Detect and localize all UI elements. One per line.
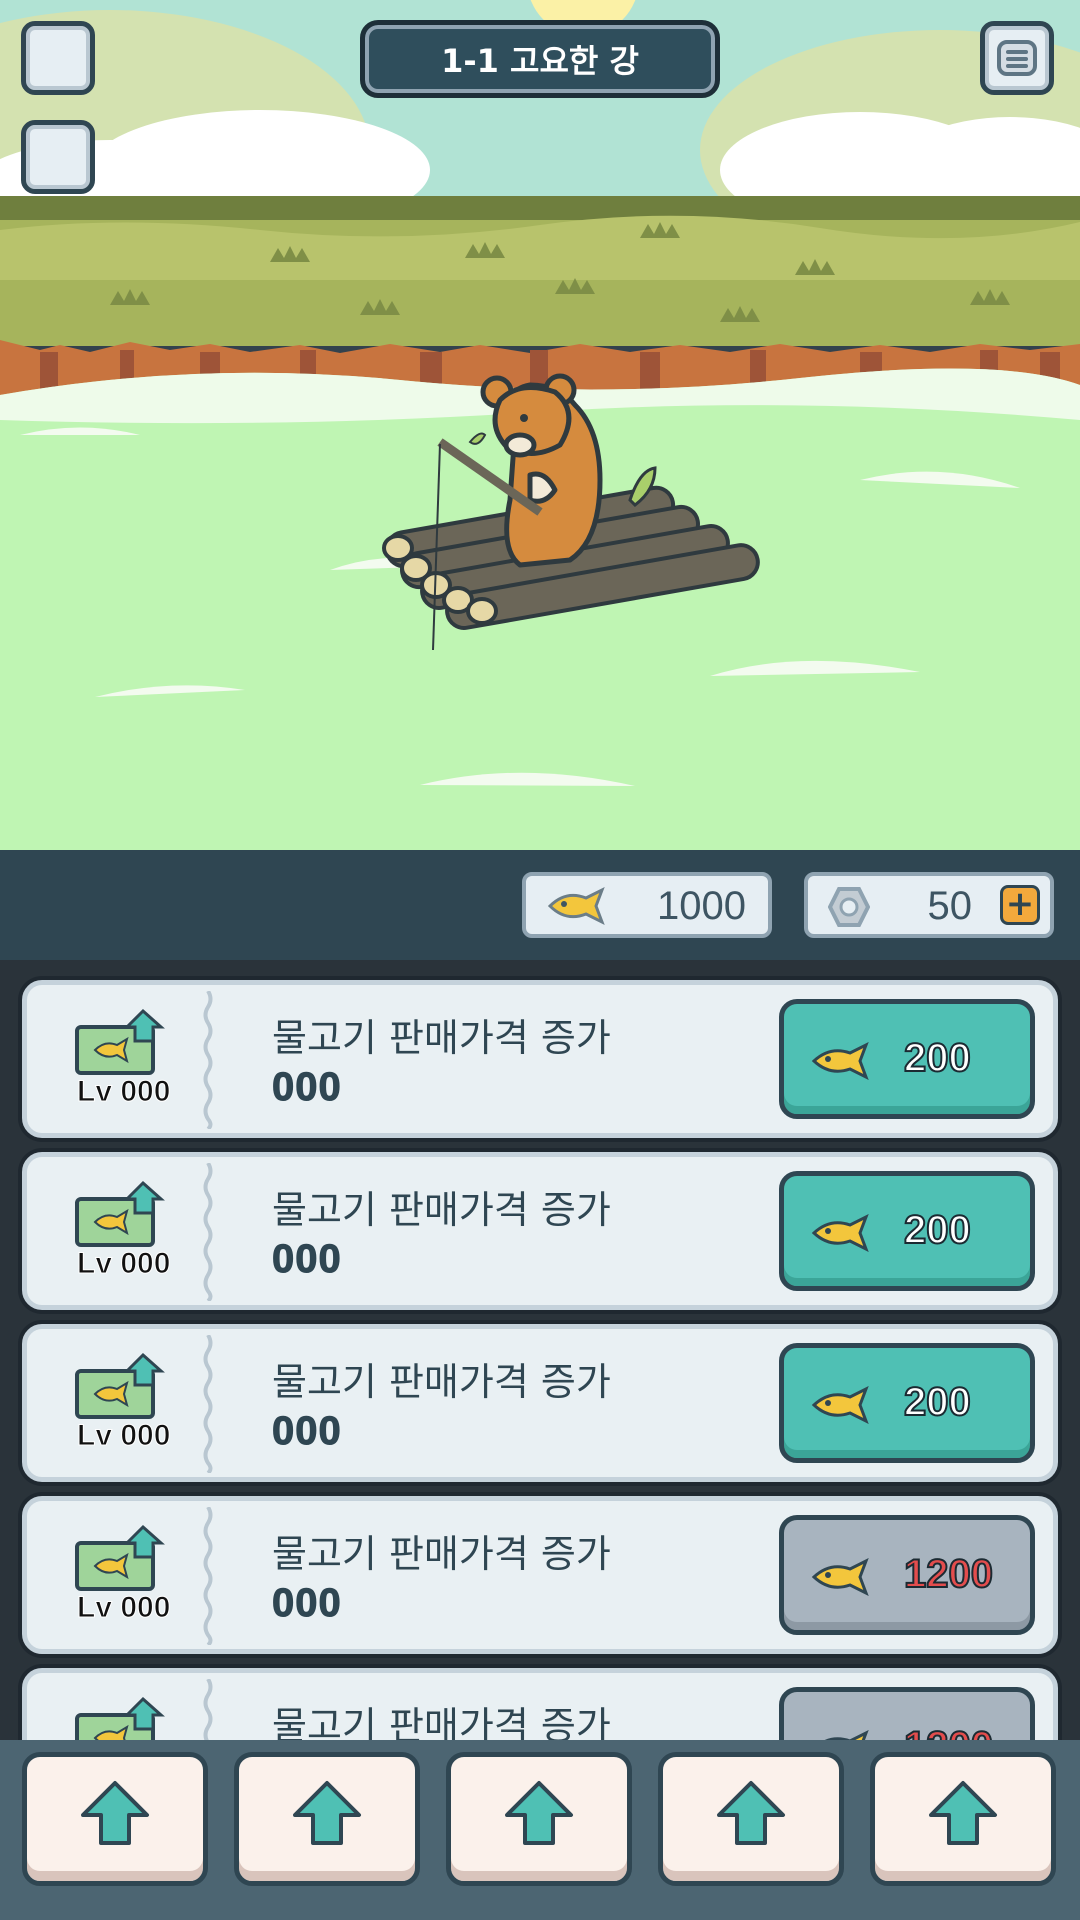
river-scene-illustration (0, 0, 1080, 850)
card-divider (203, 991, 213, 1129)
bottom-nav (0, 1740, 1080, 1920)
menu-button[interactable] (980, 21, 1054, 95)
upgrade-price: 200 (903, 1379, 972, 1425)
fish-icon (824, 1729, 869, 1740)
price-upgrade-icon (73, 1351, 169, 1421)
nav-button-5[interactable] (870, 1752, 1056, 1886)
card-divider (203, 1163, 213, 1301)
upgrade-price: 1200 (903, 1723, 994, 1740)
price-upgrade-icon (73, 1523, 169, 1593)
upgrade-card: Lv 000 물고기 판매가격 증가 000 1200 (22, 1496, 1058, 1654)
currency-bar: 1000 50 + (0, 850, 1080, 960)
upgrade-card: Lv 000 물고기 판매가격 증가 000 200 (22, 1324, 1058, 1482)
top-left-button-2[interactable] (21, 120, 95, 194)
fish-icon (811, 1557, 869, 1597)
add-gem-button[interactable]: + (1000, 885, 1040, 925)
upgrade-price: 200 (903, 1207, 972, 1253)
fish-icon (811, 1041, 869, 1081)
top-left-button-1[interactable] (21, 21, 95, 95)
fish-amount: 1000 (657, 884, 746, 928)
price-upgrade-icon (73, 1695, 169, 1740)
upgrade-level: Lv 000 (76, 1591, 171, 1625)
card-divider (203, 1335, 213, 1473)
upgrade-card: Lv 000 물고기 판매가격 증가 000 1200 (22, 1668, 1058, 1740)
hex-nut-icon (828, 887, 870, 927)
buy-upgrade-button[interactable]: 200 (779, 999, 1035, 1119)
upgrade-title: 물고기 판매가격 증가 (272, 1360, 611, 1404)
nav-button-3[interactable] (446, 1752, 632, 1886)
fish-icon (547, 886, 605, 926)
up-arrow-icon (929, 1781, 997, 1845)
game-scene: 1-1 고요한 강 (0, 0, 1080, 850)
upgrade-title: 물고기 판매가격 증가 (272, 1188, 611, 1232)
buy-upgrade-button[interactable]: 200 (779, 1171, 1035, 1291)
upgrade-value: 000 (272, 1237, 342, 1282)
upgrade-level: Lv 000 (76, 1075, 171, 1109)
upgrade-card: Lv 000 물고기 판매가격 증가 000 200 (22, 1152, 1058, 1310)
nav-button-4[interactable] (658, 1752, 844, 1886)
buy-upgrade-button[interactable]: 200 (779, 1343, 1035, 1463)
card-divider (203, 1507, 213, 1645)
fish-currency: 1000 (522, 872, 772, 938)
price-upgrade-icon (73, 1007, 169, 1077)
upgrade-title: 물고기 판매가격 증가 (272, 1704, 611, 1740)
upgrade-card: Lv 000 물고기 판매가격 증가 000 200 (22, 980, 1058, 1138)
upgrade-value: 000 (272, 1581, 342, 1626)
nav-button-2[interactable] (234, 1752, 420, 1886)
upgrade-level: Lv 000 (76, 1419, 171, 1453)
price-upgrade-icon (73, 1179, 169, 1249)
buy-upgrade-button[interactable]: 1200 (779, 1687, 1035, 1740)
nav-button-1[interactable] (22, 1752, 208, 1886)
upgrade-level: Lv 000 (76, 1247, 171, 1281)
upgrade-title: 물고기 판매가격 증가 (272, 1532, 611, 1576)
fish-icon (811, 1213, 869, 1253)
stage-title: 1-1 고요한 강 (360, 20, 720, 98)
upgrade-title: 물고기 판매가격 증가 (272, 1016, 611, 1060)
gem-currency: 50 + (804, 872, 1054, 938)
upgrade-list[interactable]: Lv 000 물고기 판매가격 증가 000 200 Lv 000 물고기 판매… (0, 960, 1080, 1740)
menu-icon (997, 40, 1037, 76)
up-arrow-icon (293, 1781, 361, 1845)
upgrade-value: 000 (272, 1409, 342, 1454)
up-arrow-icon (717, 1781, 785, 1845)
card-divider (203, 1679, 213, 1740)
up-arrow-icon (81, 1781, 149, 1845)
upgrade-price: 1200 (903, 1551, 994, 1597)
fish-icon (811, 1385, 869, 1425)
gem-amount: 50 (927, 884, 973, 928)
up-arrow-icon (505, 1781, 573, 1845)
upgrade-value: 000 (272, 1065, 342, 1110)
buy-upgrade-button[interactable]: 1200 (779, 1515, 1035, 1635)
upgrade-price: 200 (903, 1035, 972, 1081)
